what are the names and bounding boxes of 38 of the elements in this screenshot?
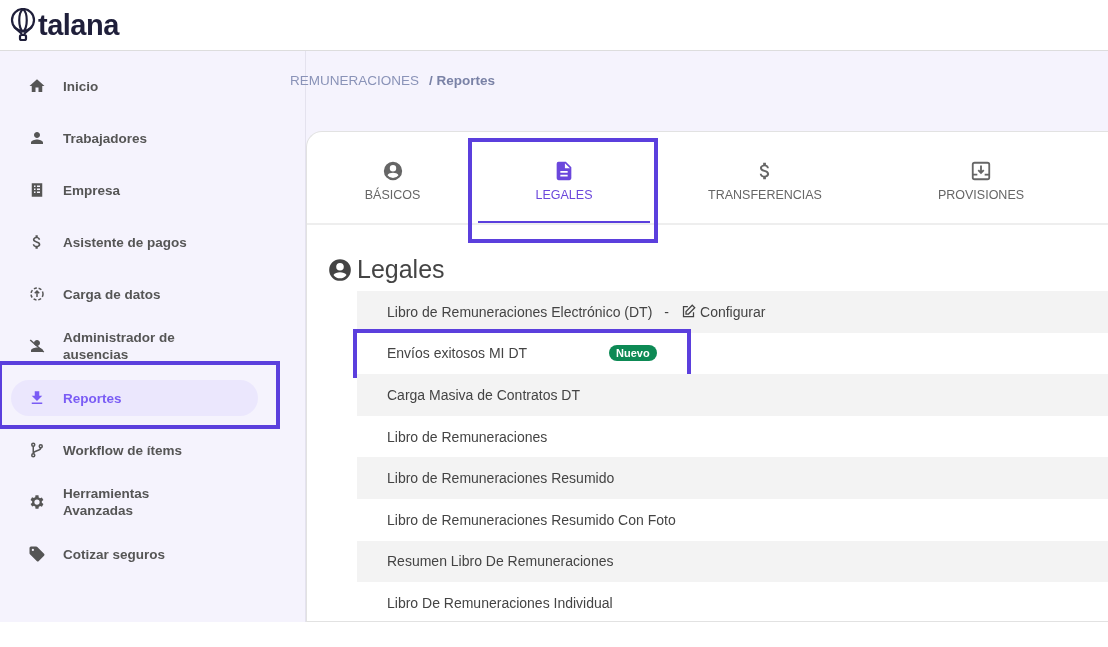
sidebar-item[interactable]: Empresa: [11, 172, 258, 208]
report-tab[interactable]: LEGALES: [478, 132, 650, 223]
new-badge: Nuevo: [609, 345, 657, 362]
branch-icon: [28, 441, 46, 459]
sidebar-item[interactable]: Asistente de pagos: [11, 224, 258, 260]
report-link[interactable]: Carga Masiva de Contratos DT: [387, 387, 580, 403]
report-tab[interactable]: TRANSFERENCIAS: [650, 132, 880, 223]
person-off-icon: [28, 337, 46, 355]
report-link[interactable]: Libro de Remuneraciones Electrónico (DT): [387, 303, 653, 320]
sidebar-item[interactable]: Carga de datos: [11, 276, 258, 312]
report-link[interactable]: Libro De Remuneraciones Individual: [387, 594, 613, 611]
sidebar-item[interactable]: Cotizar seguros: [11, 536, 258, 572]
sidebar-item[interactable]: Trabajadores: [11, 120, 258, 156]
home-icon: [28, 77, 46, 95]
section-title: Legales: [357, 255, 445, 284]
report-tab[interactable]: PROVISIONES: [880, 132, 1082, 223]
sidebar-item[interactable]: Administrador de ausencias: [11, 328, 258, 364]
sidebar-item[interactable]: Workflow de ítems: [11, 432, 258, 468]
tag-icon: [28, 545, 46, 563]
report-link[interactable]: Resumen Libro De Remuneraciones: [387, 553, 614, 570]
person-icon: [28, 129, 46, 147]
report-link[interactable]: Libro de Remuneraciones Resumido: [387, 470, 615, 487]
configure-link[interactable]: Configurar: [681, 303, 766, 320]
gear-icon: [28, 493, 46, 511]
breadcrumb-current: / Reportes: [429, 73, 496, 88]
report-link[interactable]: Libro de Remuneraciones: [387, 428, 548, 445]
tray-download-icon: [970, 159, 992, 182]
logo-text: talana: [38, 8, 119, 42]
separator-text: -: [664, 303, 669, 320]
balloon-icon: [10, 8, 36, 42]
sidebar-item[interactable]: Inicio: [11, 68, 258, 104]
report-tab[interactable]: BÁSICOS: [307, 132, 478, 223]
report-link[interactable]: Envíos exitosos MI DT: [387, 345, 528, 362]
edit-icon: [681, 304, 696, 320]
report-link[interactable]: Libro de Remuneraciones Resumido Con Foto: [387, 511, 676, 528]
sidebar-item[interactable]: Herramientas Avanzadas: [11, 484, 258, 520]
upload-icon: [28, 285, 46, 303]
sidebar-item[interactable]: Reportes: [11, 380, 258, 416]
